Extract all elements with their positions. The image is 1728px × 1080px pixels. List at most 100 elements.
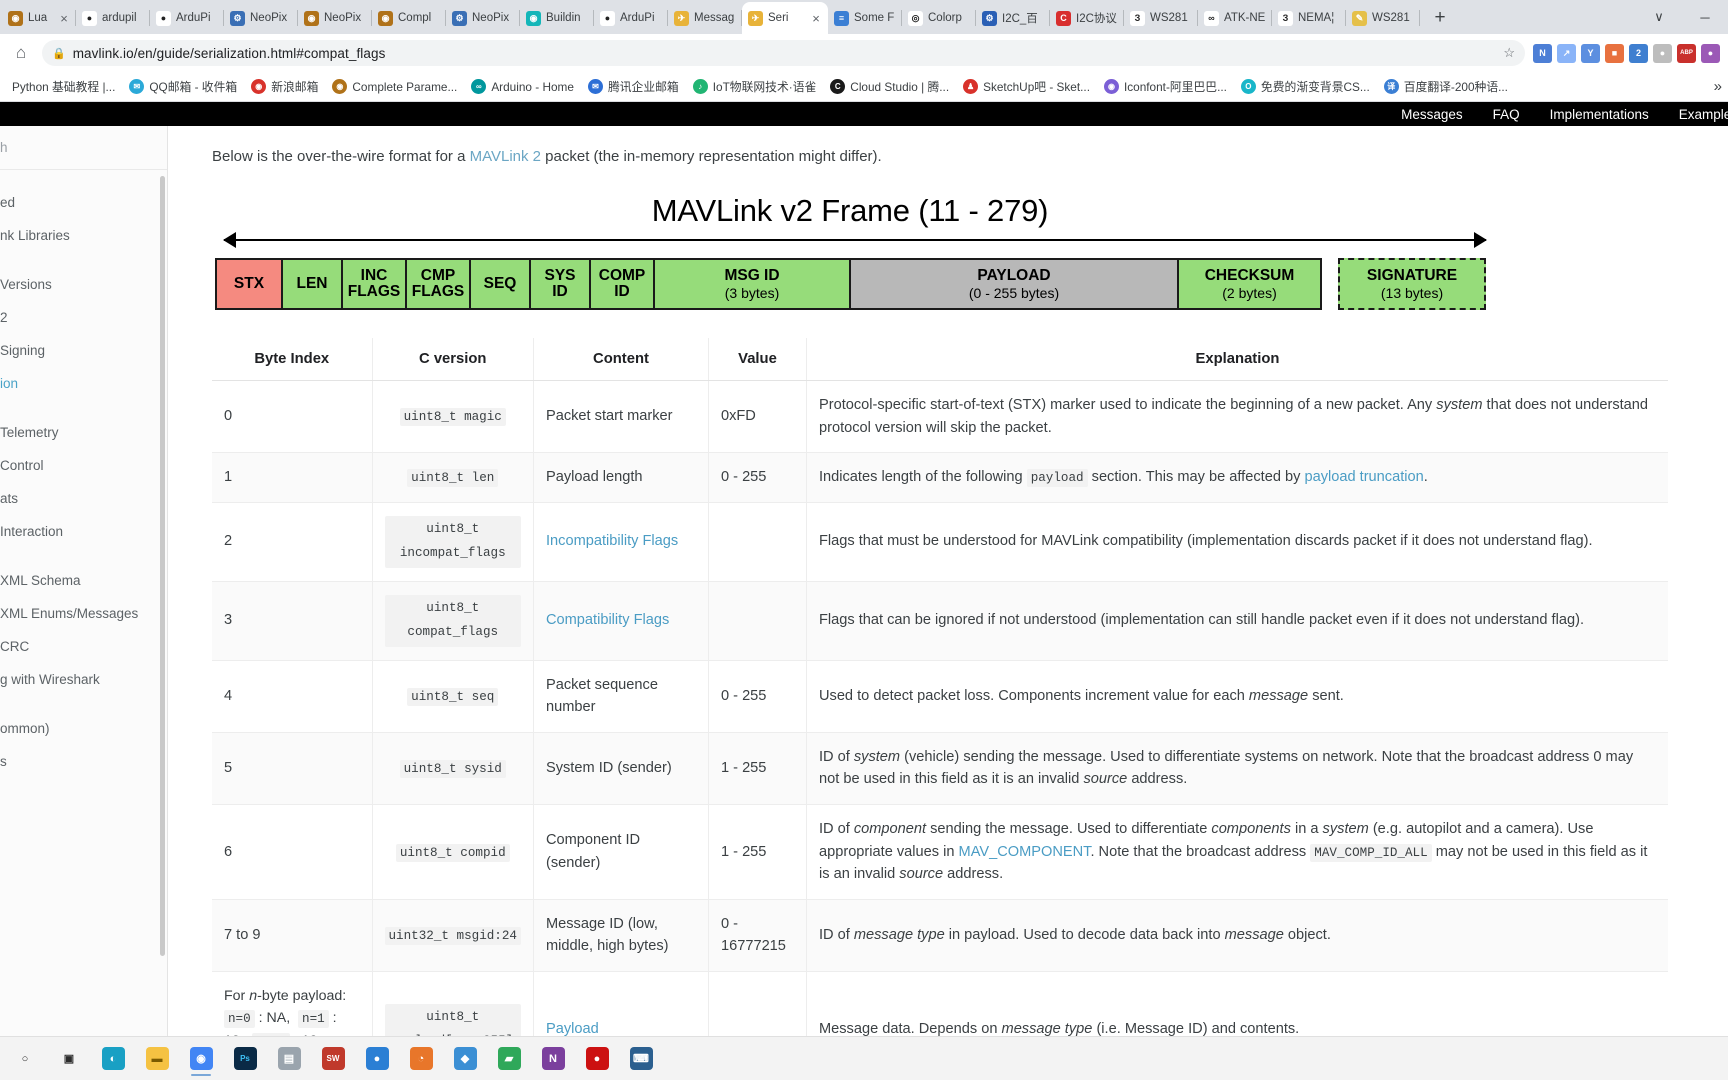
bookmark-item[interactable]: ◉ 新浪邮箱 [245, 75, 324, 98]
bookmark-star-icon[interactable]: ☆ [1503, 45, 1515, 61]
edge-icon[interactable]: ◐ [94, 1040, 132, 1078]
browser-tab[interactable]: ◉ Buildin [520, 2, 594, 34]
sidebar-item[interactable]: ed [0, 186, 167, 219]
cell-explanation: ID of message type in payload. Used to d… [806, 899, 1668, 973]
browser-tab[interactable]: ⚙ I2C_百 [976, 2, 1050, 34]
profile-avatar[interactable]: ● [1701, 43, 1720, 63]
browser-tab[interactable]: ✈ Seri × [742, 2, 828, 34]
solidworks-icon[interactable]: SW [314, 1040, 352, 1078]
mav-component-link[interactable]: MAV_COMPONENT [959, 844, 1091, 860]
sidebar-item[interactable]: CRC [0, 630, 167, 663]
minimize-button[interactable]: ∨ [1636, 1, 1682, 33]
bookmark-item[interactable]: C Cloud Studio | 腾... [824, 75, 955, 98]
yandex-ext[interactable]: Y [1581, 43, 1600, 63]
bookmark-item[interactable]: ◉ Complete Parame... [326, 76, 463, 97]
browser-tab[interactable]: ◉ Compl [372, 2, 446, 34]
browser-tab[interactable]: ● ardupil [76, 2, 150, 34]
task-view-button[interactable]: ▣ [50, 1040, 88, 1078]
green-folder-icon[interactable]: ▰ [490, 1040, 528, 1078]
browser-tab[interactable]: ∞ ATK-NE [1198, 2, 1272, 34]
browser-tab[interactable]: ◎ Colorp [902, 2, 976, 34]
gray-app-icon[interactable]: ▤ [270, 1040, 308, 1078]
browser-tab[interactable]: ● ArduPi [594, 2, 668, 34]
blue-globe-icon-glyph: ● [365, 1047, 389, 1070]
browser-tab[interactable]: ≡ Some F [828, 2, 902, 34]
sidebar-item[interactable]: nk Libraries [0, 219, 167, 252]
browser-tab[interactable]: З NEMA¦ [1272, 2, 1346, 34]
mavlink2-link[interactable]: MAVLink 2 [470, 148, 541, 165]
content-link[interactable]: Incompatibility Flags [546, 533, 678, 549]
bookmark-item[interactable]: ♪ IoT物联网技术·语雀 [687, 75, 823, 98]
sidebar-item[interactable]: Control [0, 449, 167, 482]
sidebar-item[interactable]: XML Enums/Messages [0, 597, 167, 630]
bookmark-favicon: ◉ [332, 79, 348, 94]
start-button[interactable]: ○ [6, 1040, 44, 1078]
content-link[interactable]: Compatibility Flags [546, 612, 669, 628]
topnav-item[interactable]: Examples [1679, 107, 1728, 122]
sidebar-scrollbar[interactable] [160, 176, 165, 956]
sidebar-item[interactable]: Versions [0, 268, 167, 301]
browser-tab[interactable]: ✎ WS281 [1346, 2, 1420, 34]
photoshop-icon-glyph: Ps [233, 1047, 257, 1070]
address-bar[interactable]: 🔒 mavlink.io/en/guide/serialization.html… [42, 40, 1525, 66]
orange-app-icon[interactable]: ◔ [402, 1040, 440, 1078]
home-icon[interactable]: ⌂ [8, 40, 34, 66]
bookmark-item[interactable]: O 免费的渐变背景CS... [1235, 75, 1376, 98]
browser-tab[interactable]: З WS281 [1124, 2, 1198, 34]
blue-bird-icon[interactable]: ◆ [446, 1040, 484, 1078]
tab-title: NeoPix [324, 12, 362, 24]
tab-close-icon[interactable]: × [58, 12, 70, 25]
bookmarks-overflow-button[interactable]: » [1714, 78, 1722, 95]
payload-truncation-link[interactable]: payload truncation [1304, 469, 1423, 485]
record-icon[interactable]: ● [578, 1040, 616, 1078]
orange-ext[interactable]: ■ [1605, 43, 1624, 63]
notion-ext[interactable]: N [1533, 43, 1552, 63]
bookmark-item[interactable]: 译百度翻译-200种语... [1378, 75, 1514, 98]
sidebar-item[interactable]: ommon) [0, 712, 167, 745]
badge-ext[interactable]: 2 [1629, 43, 1648, 63]
sidebar-item[interactable]: XML Schema [0, 564, 167, 597]
bookmark-item[interactable]: ◉ Iconfont-阿里巴巴... [1098, 75, 1233, 98]
sidebar-search-input[interactable]: h [0, 126, 167, 170]
topnav-item[interactable]: Implementations [1550, 107, 1649, 122]
browser-tab[interactable]: ● ArduPi [150, 2, 224, 34]
cell-content: System ID (sender) [533, 732, 709, 805]
new-tab-button[interactable]: + [1426, 4, 1454, 32]
browser-tab[interactable]: ✈ Messag [668, 2, 742, 34]
browser-tab[interactable]: ◉ NeoPix [298, 2, 372, 34]
browser-tab[interactable]: ⚙ NeoPix [224, 2, 298, 34]
chart-ext[interactable]: ↗ [1557, 43, 1576, 63]
sidebar-item[interactable]: Telemetry [0, 416, 167, 449]
sidebar-item[interactable]: s [0, 745, 167, 778]
github-icon: ● [156, 10, 171, 26]
sidebar-item[interactable]: ats [0, 482, 167, 515]
bookmark-item[interactable]: ♟ SketchUp吧 - Sket... [957, 75, 1096, 98]
c-type-code: uint8_t seq [407, 687, 499, 706]
sidebar-item[interactable]: Interaction [0, 515, 167, 548]
bookmark-item[interactable]: ∞ Arduino - Home [465, 76, 580, 97]
bookmark-item[interactable]: Python 基础教程 |... [6, 75, 121, 98]
onenote-icon[interactable]: N [534, 1040, 572, 1078]
topnav-item[interactable]: FAQ [1493, 107, 1520, 122]
bookmark-item[interactable]: ✉ 腾讯企业邮箱 [582, 75, 685, 98]
topnav-item[interactable]: Messages [1401, 107, 1463, 122]
vscode-icon[interactable]: ⌨ [622, 1040, 660, 1078]
sidebar-item[interactable]: 2 [0, 301, 167, 334]
browser-tab[interactable]: ⚙ NeoPix [446, 2, 520, 34]
sidebar-item[interactable]: ion [0, 367, 167, 400]
tab-close-icon[interactable]: × [810, 12, 822, 25]
chrome-icon[interactable]: ◉ [182, 1040, 220, 1078]
content-link[interactable]: Payload [546, 1021, 599, 1036]
gray-ext[interactable]: ● [1653, 43, 1672, 63]
abp-ext[interactable]: ABP [1677, 43, 1696, 63]
maximize-button[interactable]: ─ [1682, 1, 1728, 33]
sidebar-item[interactable]: g with Wireshark [0, 663, 167, 696]
photoshop-icon[interactable]: Ps [226, 1040, 264, 1078]
blue-globe-icon[interactable]: ● [358, 1040, 396, 1078]
file-explorer-icon[interactable]: ▬ [138, 1040, 176, 1078]
sidebar-item[interactable]: Signing [0, 334, 167, 367]
browser-tab[interactable]: ◉ Lua × [2, 2, 76, 34]
bookmark-item[interactable]: ✉ QQ邮箱 - 收件箱 [123, 75, 243, 98]
browser-tab[interactable]: C I2C协议 [1050, 2, 1124, 34]
